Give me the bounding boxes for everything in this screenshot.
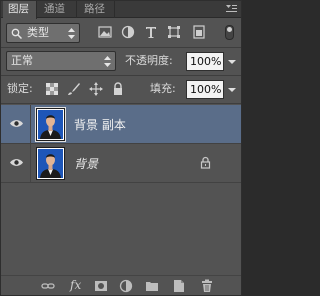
lock-image-pixels-icon[interactable]: [67, 82, 81, 96]
fx-icon[interactable]: fx: [70, 278, 81, 292]
tab-channels[interactable]: 通道: [39, 1, 77, 18]
eye-icon[interactable]: [9, 157, 24, 168]
lock-transparent-pixels-icon[interactable]: [45, 82, 59, 96]
portrait-thumbnail-icon: [38, 110, 63, 139]
layers-list: 背景 副本 背景: [1, 105, 241, 275]
visibility-cell[interactable]: [1, 105, 31, 143]
blend-mode-value: 正常: [11, 54, 33, 67]
portrait-thumbnail-icon: [38, 149, 63, 178]
tab-paths[interactable]: 路径: [79, 1, 115, 18]
new-group-icon[interactable]: [145, 279, 159, 293]
fill-input[interactable]: 100%: [186, 80, 224, 99]
lock-position-icon[interactable]: [89, 82, 103, 96]
panel-tab-bar: 图层 通道 路径: [1, 1, 241, 19]
type-filter-icon[interactable]: [144, 25, 158, 39]
lock-label: 锁定:: [7, 82, 33, 95]
fill-dropdown-icon[interactable]: [225, 80, 239, 99]
filter-toggle[interactable]: [225, 25, 234, 40]
fill-label: 填充:: [150, 82, 176, 95]
layer-mask-icon[interactable]: [94, 279, 108, 293]
opacity-dropdown-icon[interactable]: [225, 52, 239, 71]
panel-menu-icon[interactable]: [226, 5, 237, 14]
adjustment-filter-icon[interactable]: [121, 25, 135, 39]
layer-thumbnail: [35, 107, 66, 142]
tab-layers[interactable]: 图层: [3, 1, 37, 19]
smartobject-filter-icon[interactable]: [192, 25, 206, 39]
visibility-cell[interactable]: [1, 144, 31, 182]
layer-row[interactable]: 背景 副本: [1, 105, 241, 144]
opacity-label: 不透明度:: [125, 54, 173, 67]
select-arrows-icon: [68, 28, 75, 39]
filter-kind-value: 类型: [27, 26, 49, 39]
search-icon: [11, 28, 22, 39]
eye-icon[interactable]: [9, 118, 24, 129]
layer-thumbnail: [36, 147, 65, 180]
adjustment-layer-icon[interactable]: [119, 279, 133, 293]
shape-filter-icon[interactable]: [167, 25, 181, 39]
new-layer-icon[interactable]: [172, 279, 186, 293]
trash-icon[interactable]: [200, 279, 214, 293]
layer-row[interactable]: 背景: [1, 144, 241, 183]
layers-panel: 图层 通道 路径 类型 正常 不透明度: 100% 锁定: 填充: 100% 背…: [0, 0, 242, 296]
filter-kind-select[interactable]: 类型: [6, 23, 80, 43]
lock-all-icon[interactable]: [111, 82, 125, 96]
layers-bottom-toolbar: fx: [1, 275, 241, 295]
blend-mode-select[interactable]: 正常: [6, 51, 116, 71]
select-arrows-icon: [104, 56, 111, 67]
filter-row: 类型: [1, 22, 241, 44]
opacity-input[interactable]: 100%: [186, 52, 224, 71]
layer-name[interactable]: 背景: [74, 155, 98, 172]
link-layers-icon[interactable]: [41, 279, 55, 293]
layer-name[interactable]: 背景 副本: [74, 116, 126, 133]
blend-row: 正常 不透明度: 100%: [1, 51, 241, 71]
image-filter-icon[interactable]: [98, 25, 112, 39]
lock-icon[interactable]: [200, 156, 211, 169]
lock-row: 锁定: 填充: 100%: [1, 79, 241, 99]
